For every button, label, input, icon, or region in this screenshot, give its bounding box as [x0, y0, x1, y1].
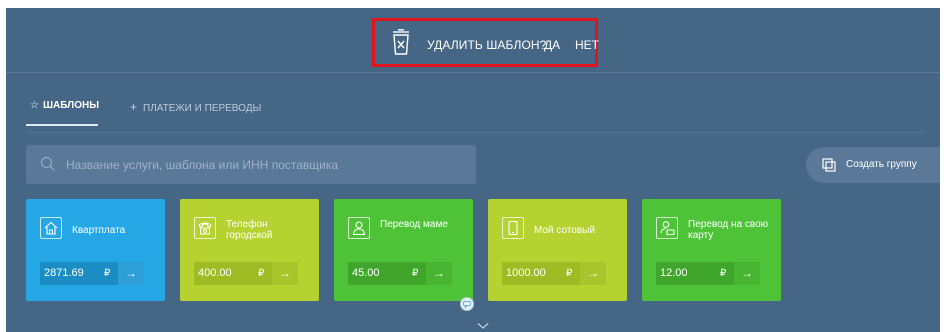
pay-arrow-button[interactable]: → [580, 262, 606, 285]
delete-template-question: УДАЛИТЬ ШАБЛОН? [427, 38, 547, 52]
template-card-own-card-transfer[interactable]: Перевод на свою карту 12.00 ₽ → [642, 199, 781, 301]
create-group-label: Создать группу [846, 159, 917, 170]
delete-confirm-box: УДАЛИТЬ ШАБЛОН? ДА НЕТ [372, 18, 599, 67]
pay-arrow-button[interactable]: → [426, 262, 452, 285]
card-title: Перевод на свою карту [688, 219, 769, 241]
pay-arrow-button[interactable]: → [734, 262, 760, 285]
currency-sign: ₽ [104, 262, 118, 285]
tab-payments-label: ПЛАТЕЖИ И ПЕРЕВОДЫ [143, 103, 262, 114]
tab-templates[interactable]: ☆ ШАБЛОНЫ [30, 100, 99, 111]
search-input[interactable] [66, 145, 466, 184]
chat-bubble-icon[interactable] [460, 297, 474, 311]
person-card-icon [656, 217, 678, 239]
mobile-icon [502, 217, 524, 239]
currency-sign: ₽ [720, 262, 734, 285]
tab-payments[interactable]: + ПЛАТЕЖИ И ПЕРЕВОДЫ [130, 100, 261, 114]
phone-icon [194, 217, 216, 239]
tab-templates-label: ШАБЛОНЫ [42, 100, 99, 111]
card-title: Квартплата [72, 225, 126, 236]
template-card-my-mobile[interactable]: Мой сотовый 1000.00 ₽ → [488, 199, 627, 301]
template-card-landline[interactable]: Телефон городской 400.00 ₽ → [180, 199, 319, 301]
chevron-down-icon[interactable] [477, 322, 489, 330]
tabs-divider [26, 132, 926, 133]
trash-icon [393, 29, 409, 55]
star-icon: ☆ [30, 100, 39, 111]
card-title: Перевод маме [380, 219, 448, 230]
currency-sign: ₽ [258, 262, 272, 285]
currency-sign: ₽ [412, 262, 426, 285]
pay-arrow-button[interactable]: → [118, 262, 144, 285]
template-card-rent[interactable]: Квартплата 2871.69 ₽ → [26, 199, 165, 301]
active-tab-indicator [26, 124, 98, 126]
template-card-mom-transfer[interactable]: Перевод маме 45.00 ₽ → [334, 199, 473, 301]
app-window: УДАЛИТЬ ШАБЛОН? ДА НЕТ ☆ ШАБЛОНЫ + ПЛАТЕЖИ… [6, 8, 940, 332]
card-title: Телефон городской [226, 219, 273, 241]
search-icon [40, 156, 55, 171]
search-box [26, 145, 476, 184]
confirm-yes-button[interactable]: ДА [544, 38, 560, 52]
person-icon [348, 217, 370, 239]
plus-icon: + [130, 100, 138, 114]
card-title: Мой сотовый [534, 225, 595, 236]
currency-sign: ₽ [566, 262, 580, 285]
confirm-bar: УДАЛИТЬ ШАБЛОН? ДА НЕТ [6, 8, 940, 73]
copy-icon [822, 158, 836, 172]
pay-arrow-button[interactable]: → [272, 262, 298, 285]
create-group-button[interactable]: Создать группу [806, 147, 940, 183]
confirm-no-button[interactable]: НЕТ [575, 38, 599, 52]
house-icon [40, 217, 62, 239]
